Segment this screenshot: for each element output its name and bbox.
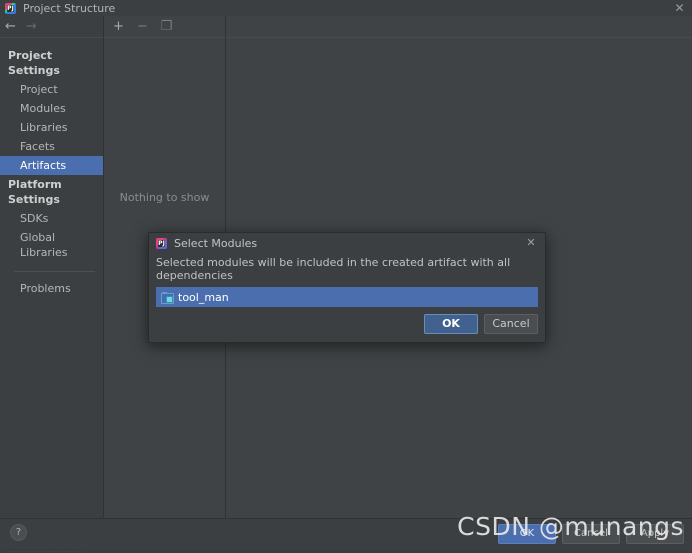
sidebar-group-header-project-settings: Project Settings <box>8 49 60 77</box>
window-title: Project Structure <box>23 1 116 15</box>
sidebar-item-problems[interactable]: Problems <box>0 279 103 298</box>
sidebar-item-artifacts[interactable]: Artifacts <box>0 156 103 175</box>
pycharm-icon-text: PJ <box>7 4 14 12</box>
sidebar-item-modules[interactable]: Modules <box>0 99 103 118</box>
copy-icon[interactable]: ❐ <box>160 20 173 33</box>
dialog-title-bar: PJ Select Modules ✕ <box>149 233 545 253</box>
pycharm-icon: PJ <box>5 2 16 14</box>
sidebar: ← → Project Settings Project Modules Lib… <box>0 16 104 518</box>
dialog-close-icon[interactable]: ✕ <box>525 237 537 249</box>
help-icon[interactable]: ? <box>10 524 27 541</box>
sidebar-nav-bar: ← → <box>0 16 103 38</box>
module-list[interactable]: tool_man <box>156 287 538 307</box>
sidebar-item-sdks[interactable]: SDKs <box>0 209 103 228</box>
select-modules-dialog: PJ Select Modules ✕ Selected modules wil… <box>148 232 546 343</box>
module-folder-icon <box>161 291 174 304</box>
sidebar-item-facets[interactable]: Facets <box>0 137 103 156</box>
remove-icon[interactable]: − <box>136 20 149 33</box>
back-icon[interactable]: ← <box>5 20 16 33</box>
sidebar-group-header-platform-settings: Platform Settings <box>8 178 62 206</box>
sidebar-list: Project Settings Project Modules Librari… <box>0 38 103 298</box>
dialog-title: Select Modules <box>174 236 258 250</box>
close-icon[interactable]: ✕ <box>673 2 686 15</box>
dialog-description: Selected modules will be included in the… <box>156 256 511 282</box>
pycharm-icon: PJ <box>156 237 167 249</box>
detail-toolbar <box>226 16 692 38</box>
sidebar-divider <box>14 271 95 272</box>
dialog-ok-button[interactable]: OK <box>424 314 478 334</box>
add-icon[interactable]: + <box>112 20 125 33</box>
window-title-bar: PJ Project Structure ✕ <box>0 0 692 16</box>
dialog-action-bar: OK Cancel <box>149 307 545 342</box>
dialog-body: Selected modules will be included in the… <box>149 253 545 307</box>
cancel-button[interactable]: Cancel <box>562 524 620 544</box>
sidebar-item-global-libraries[interactable]: Global Libraries <box>0 228 103 262</box>
dialog-icon-text: PJ <box>158 239 165 247</box>
empty-state-label: Nothing to show <box>119 191 210 204</box>
sidebar-item-project[interactable]: Project <box>0 80 103 99</box>
dialog-footer: ? OK Cancel Apply ······················… <box>0 518 692 553</box>
artifacts-toolbar: + − ❐ <box>104 16 225 38</box>
dialog-cancel-button[interactable]: Cancel <box>484 314 538 334</box>
list-item[interactable]: tool_man <box>157 288 537 306</box>
footer-button-group: OK Cancel Apply <box>498 524 684 544</box>
ok-button[interactable]: OK <box>498 524 556 544</box>
forward-icon[interactable]: → <box>26 20 37 33</box>
sidebar-item-libraries[interactable]: Libraries <box>0 118 103 137</box>
apply-button[interactable]: Apply <box>626 524 684 544</box>
module-name: tool_man <box>178 290 229 304</box>
